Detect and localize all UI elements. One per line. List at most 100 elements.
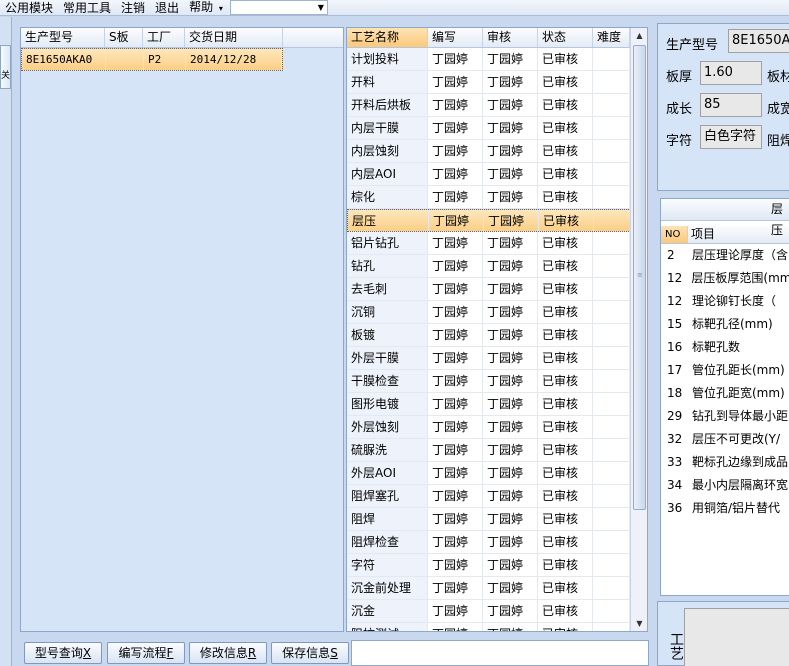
table-row[interactable]: 计划投料 丁园婷 丁园婷 已审核 <box>347 48 647 71</box>
model-field[interactable]: 8E1650A <box>728 29 789 53</box>
col-item[interactable]: 项目 <box>688 226 715 243</box>
table-row[interactable]: 内层蚀刻 丁园婷 丁园婷 已审核 <box>347 140 647 163</box>
model-query-hotkey: X <box>82 646 92 660</box>
table-row[interactable]: 32 层压不可更改(Y/ <box>661 428 789 451</box>
cell-no: 17 <box>667 363 683 377</box>
cell-writer: 丁园婷 <box>428 255 483 277</box>
table-row[interactable]: 棕化 丁园婷 丁园婷 已审核 <box>347 186 647 209</box>
cell-status: 已审核 <box>538 94 593 116</box>
table-row[interactable]: 外层AOI 丁园婷 丁园婷 已审核 <box>347 462 647 485</box>
cell-reviewer: 丁园婷 <box>483 485 538 507</box>
table-row[interactable]: 干膜检查 丁园婷 丁园婷 已审核 <box>347 370 647 393</box>
table-row[interactable]: 16 标靶孔数 <box>661 336 789 359</box>
collapse-tab-button[interactable]: 关 <box>0 45 11 89</box>
thickness-field[interactable]: 1.60 <box>700 61 762 85</box>
table-row[interactable]: 12 层压板厚范围(mm <box>661 267 789 290</box>
table-row[interactable]: 开料 丁园婷 丁园婷 已审核 <box>347 71 647 94</box>
length-field[interactable]: 85 <box>700 93 762 117</box>
process-scrollbar[interactable]: ▲ ≡ ▼ <box>630 28 647 631</box>
cell-writer: 丁园婷 <box>428 600 483 622</box>
col-status[interactable]: 状态 <box>538 28 593 47</box>
table-row[interactable]: 沉金前处理 丁园婷 丁园婷 已审核 <box>347 577 647 600</box>
table-row[interactable]: 外层干膜 丁园婷 丁园婷 已审核 <box>347 347 647 370</box>
table-row[interactable]: 34 最小内层隔离环宽 <box>661 474 789 497</box>
table-row[interactable]: 8E1650AKA0 P2 2014/12/28 <box>21 48 283 71</box>
write-flow-button[interactable]: 编写流程F <box>107 642 185 664</box>
table-row[interactable]: 18 管位孔距宽(mm) <box>661 382 789 405</box>
col-process-name[interactable]: 工艺名称 <box>347 28 428 47</box>
menu-logout[interactable]: 注销 <box>116 1 150 15</box>
col-no[interactable]: NO <box>661 226 688 243</box>
cell-process-name: 阻焊塞孔 <box>347 485 428 507</box>
cell-difficulty <box>593 416 630 438</box>
table-row[interactable]: 铝片钻孔 丁园婷 丁园婷 已审核 <box>347 232 647 255</box>
save-info-button[interactable]: 保存信息S <box>271 642 349 664</box>
message-box[interactable] <box>351 640 649 666</box>
table-row[interactable]: 内层AOI 丁园婷 丁园婷 已审核 <box>347 163 647 186</box>
cell-factory: P2 <box>144 49 186 70</box>
cell-difficulty <box>593 439 630 461</box>
table-row[interactable]: 板镀 丁园婷 丁园婷 已审核 <box>347 324 647 347</box>
cell-writer: 丁园婷 <box>428 232 483 254</box>
menu-common-tools[interactable]: 常用工具 <box>58 1 116 15</box>
table-row[interactable]: 外层蚀刻 丁园婷 丁园婷 已审核 <box>347 416 647 439</box>
cell-difficulty <box>593 324 630 346</box>
col-difficulty[interactable]: 难度 <box>593 28 630 47</box>
table-row[interactable]: 图形电镀 丁园婷 丁园婷 已审核 <box>347 393 647 416</box>
process-notes-field[interactable] <box>684 608 789 666</box>
cell-process-name: 计划投料 <box>347 48 428 70</box>
col-s-board[interactable]: S板 <box>105 28 143 47</box>
process-grid-header: 工艺名称 编写 审核 状态 难度 <box>347 28 647 48</box>
scroll-up-icon[interactable]: ▲ <box>632 28 647 43</box>
cell-reviewer: 丁园婷 <box>483 416 538 438</box>
cell-writer: 丁园婷 <box>428 186 483 208</box>
col-delivery-date[interactable]: 交货日期 <box>185 28 283 47</box>
table-row[interactable]: 硫脲洗 丁园婷 丁园婷 已审核 <box>347 439 647 462</box>
menu-help[interactable]: 帮助 ▾ <box>184 0 228 16</box>
table-row[interactable]: 沉金 丁园婷 丁园婷 已审核 <box>347 600 647 623</box>
cell-process-name: 板镀 <box>347 324 428 346</box>
cell-difficulty <box>593 531 630 553</box>
table-row[interactable]: 去毛刺 丁园婷 丁园婷 已审核 <box>347 278 647 301</box>
cell-writer: 丁园婷 <box>428 370 483 392</box>
grip-icon: ≡ <box>637 271 643 279</box>
cell-status: 已审核 <box>538 623 593 631</box>
table-row[interactable]: 阻抗测试丁园婷丁园婷已审核 <box>347 623 647 631</box>
model-query-button[interactable]: 型号查询X <box>24 642 102 664</box>
char-field[interactable]: 白色字符 <box>700 125 762 149</box>
col-writer[interactable]: 编写 <box>428 28 483 47</box>
table-row[interactable]: 钻孔 丁园婷 丁园婷 已审核 <box>347 255 647 278</box>
cell-status: 已审核 <box>538 554 593 576</box>
chevron-down-icon[interactable]: ▼ <box>318 3 324 12</box>
modify-info-button[interactable]: 修改信息R <box>189 642 267 664</box>
scroll-thumb[interactable]: ≡ <box>633 45 646 510</box>
col-reviewer[interactable]: 审核 <box>483 28 538 47</box>
bottom-right-panel: 工艺 <box>657 601 789 666</box>
table-row[interactable]: 层压 丁园婷 丁园婷 已审核 <box>347 209 647 232</box>
table-row[interactable]: 17 管位孔距长(mm) <box>661 359 789 382</box>
table-row[interactable]: 阻焊 丁园婷 丁园婷 已审核 <box>347 508 647 531</box>
scroll-down-icon[interactable]: ▼ <box>632 616 647 631</box>
menu-public-modules[interactable]: 公用模块 <box>0 1 58 15</box>
table-row[interactable]: 29 钻孔到导体最小距 <box>661 405 789 428</box>
table-row[interactable]: 36 用铜箔/铝片替代 <box>661 497 789 520</box>
menu-exit[interactable]: 退出 <box>150 1 184 15</box>
table-row[interactable]: 15 标靶孔径(mm) <box>661 313 789 336</box>
table-row[interactable]: 内层干膜 丁园婷 丁园婷 已审核 <box>347 117 647 140</box>
table-row[interactable]: 沉铜 丁园婷 丁园婷 已审核 <box>347 301 647 324</box>
cell-no: 18 <box>667 386 683 400</box>
col-model[interactable]: 生产型号 <box>21 28 105 47</box>
table-row[interactable]: 2 层压理论厚度（含 <box>661 244 789 267</box>
table-row[interactable]: 字符 丁园婷 丁园婷 已审核 <box>347 554 647 577</box>
table-row[interactable]: 开料后烘板 丁园婷 丁园婷 已审核 <box>347 94 647 117</box>
table-row[interactable]: 阻焊塞孔 丁园婷 丁园婷 已审核 <box>347 485 647 508</box>
menu-combo-box[interactable]: ▼ <box>229 0 328 15</box>
cell-difficulty <box>593 347 630 369</box>
col-factory[interactable]: 工厂 <box>143 28 185 47</box>
cell-difficulty <box>593 278 630 300</box>
cell-difficulty <box>593 600 630 622</box>
table-row[interactable]: 阻焊检查 丁园婷 丁园婷 已审核 <box>347 531 647 554</box>
table-row[interactable]: 33 靶标孔边缘到成品 <box>661 451 789 474</box>
cell-reviewer: 丁园婷 <box>483 462 538 484</box>
table-row[interactable]: 12 理论铆钉长度（ <box>661 290 789 313</box>
